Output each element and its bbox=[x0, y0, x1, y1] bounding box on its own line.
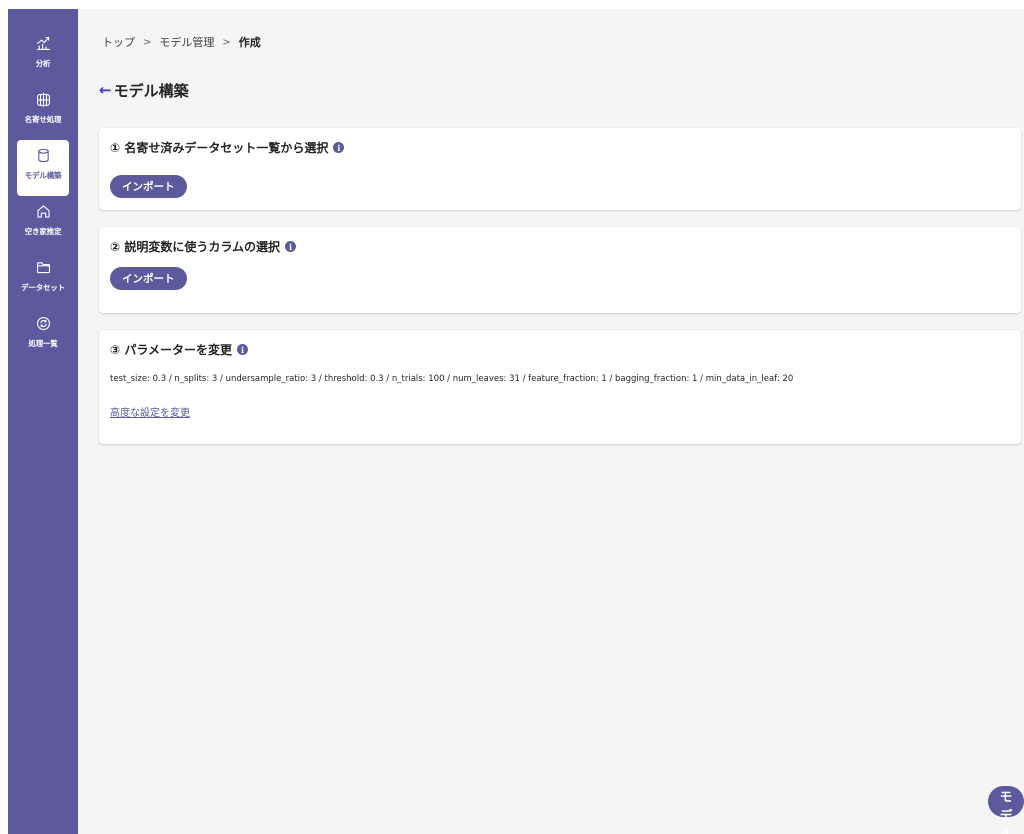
globe-icon bbox=[36, 92, 50, 108]
page-header: ← モデル構築 bbox=[99, 80, 189, 101]
breadcrumb-item-model-management[interactable]: モデル管理 bbox=[159, 34, 214, 50]
home-icon bbox=[36, 205, 50, 218]
dataset-import-button[interactable]: インポート bbox=[110, 175, 187, 198]
back-arrow-icon[interactable]: ← bbox=[99, 83, 112, 98]
sidebar-item-process-list[interactable]: 処理一覧 bbox=[17, 308, 69, 364]
column-select-title: ② 説明変数に使うカラムの選択 bbox=[110, 240, 280, 254]
sidebar-item-vacant-house[interactable]: 空き家推定 bbox=[17, 196, 69, 252]
dataset-select-card: ① 名寄せ済みデータセット一覧から選択 i インポート bbox=[99, 128, 1021, 210]
sidebar-item-label: データセット bbox=[21, 283, 65, 292]
breadcrumb-item-top[interactable]: トップ bbox=[102, 34, 135, 50]
build-model-button[interactable]: モデル構築 bbox=[988, 786, 1024, 834]
info-icon[interactable]: i bbox=[236, 344, 248, 355]
sidebar-item-datasets[interactable]: データセット bbox=[17, 252, 69, 308]
card-title: ③ パラメーターを変更 i bbox=[110, 341, 248, 358]
sidebar-item-label: 空き家推定 bbox=[24, 227, 62, 236]
column-import-button[interactable]: インポート bbox=[110, 267, 187, 290]
database-icon bbox=[37, 148, 49, 163]
card-title: ① 名寄せ済みデータセット一覧から選択 i bbox=[110, 139, 345, 156]
sidebar: 分析 名寄せ処理 モデル構築 空き家推定 データセット 処理一覧 bbox=[8, 9, 78, 834]
refresh-icon bbox=[36, 316, 50, 331]
advanced-settings-link[interactable]: 高度な設定を変更 bbox=[110, 404, 190, 419]
parameter-card: ③ パラメーターを変更 i test_size: 0.3 / n_splits:… bbox=[99, 330, 1021, 444]
folder-icon bbox=[36, 262, 50, 274]
sidebar-item-name-matching[interactable]: 名寄せ処理 bbox=[17, 84, 69, 140]
sidebar-item-model-building[interactable]: モデル構築 bbox=[17, 140, 69, 196]
breadcrumb: トップ > モデル管理 > 作成 bbox=[102, 34, 261, 50]
page-title: モデル構築 bbox=[113, 82, 189, 100]
sidebar-item-label: モデル構築 bbox=[24, 171, 62, 180]
sidebar-item-label: 分析 bbox=[35, 59, 51, 68]
info-icon[interactable]: i bbox=[284, 241, 296, 252]
sidebar-item-label: 名寄せ処理 bbox=[24, 115, 62, 124]
breadcrumb-separator: > bbox=[222, 36, 231, 48]
sidebar-item-label: 処理一覧 bbox=[28, 339, 58, 348]
main-content: トップ > モデル管理 > 作成 ← モデル構築 ① 名寄せ済みデータセット一覧… bbox=[78, 9, 1024, 834]
breadcrumb-separator: > bbox=[143, 36, 152, 48]
dataset-select-title: ① 名寄せ済みデータセット一覧から選択 bbox=[110, 141, 329, 155]
breadcrumb-item-current: 作成 bbox=[238, 36, 261, 49]
sidebar-item-analytics[interactable]: 分析 bbox=[17, 28, 69, 84]
app-frame: 分析 名寄せ処理 モデル構築 空き家推定 データセット 処理一覧 トップ > モ… bbox=[8, 9, 1024, 834]
analytics-icon bbox=[36, 36, 50, 51]
info-icon[interactable]: i bbox=[333, 142, 345, 153]
column-select-card: ② 説明変数に使うカラムの選択 i インポート bbox=[99, 227, 1021, 313]
card-title: ② 説明変数に使うカラムの選択 i bbox=[110, 238, 296, 255]
parameter-values: test_size: 0.3 / n_splits: 3 / undersamp… bbox=[110, 374, 794, 384]
parameter-title: ③ パラメーターを変更 bbox=[110, 343, 232, 357]
